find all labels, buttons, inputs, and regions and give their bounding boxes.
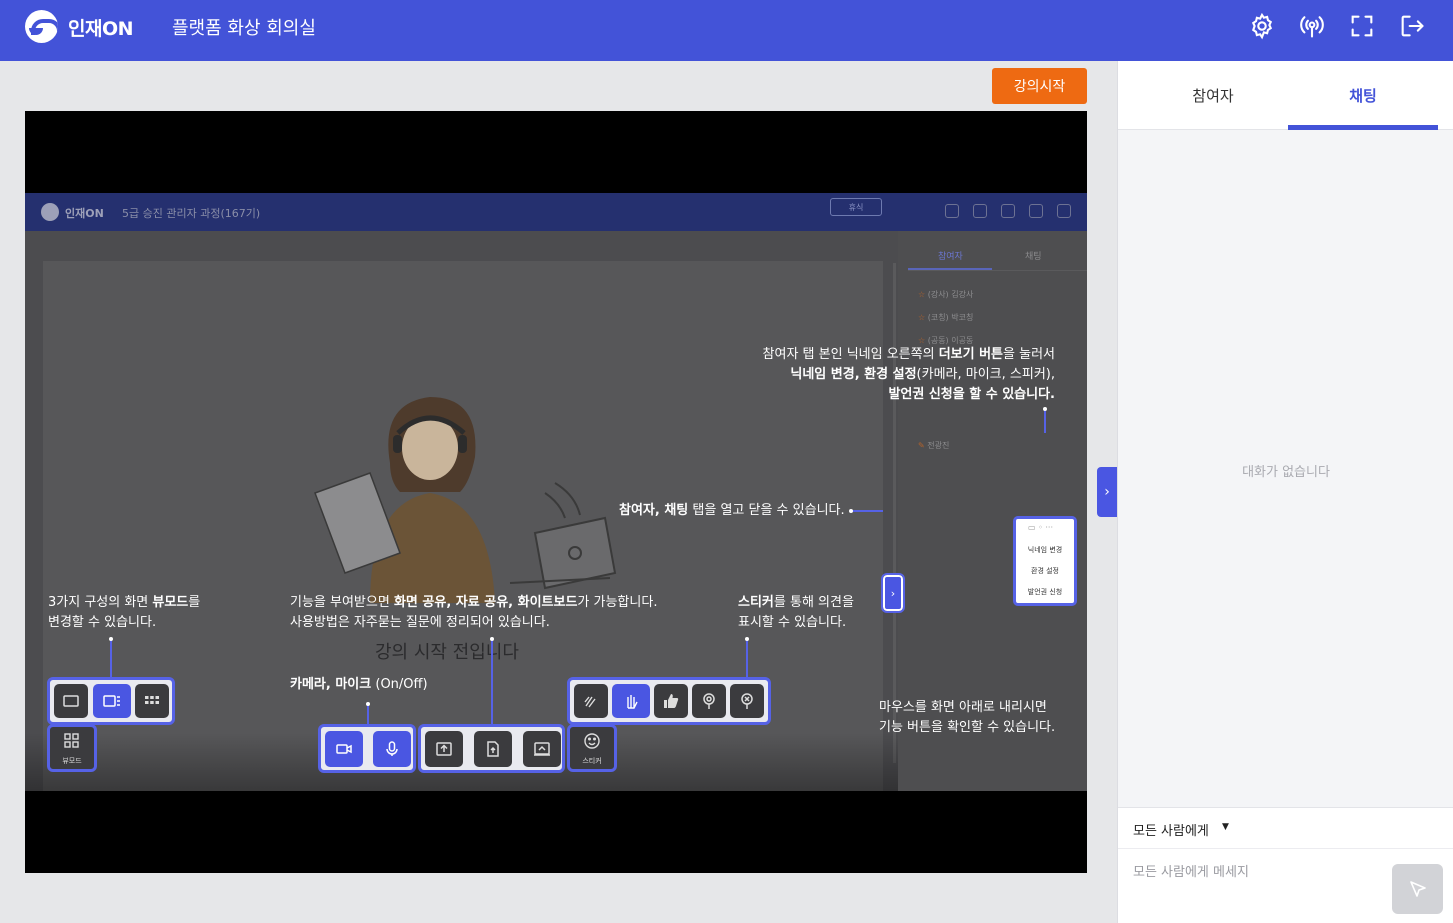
inner-logo-text: 인재ON — [65, 207, 104, 220]
inner-course-title: 5급 승진 관리자 과정(167기) — [122, 207, 261, 220]
inner-tab-chat: 채팅 — [1025, 252, 1042, 262]
fullscreen-icon[interactable] — [1348, 12, 1376, 40]
grid-view-icon — [135, 684, 169, 718]
file-share-icon — [474, 731, 512, 767]
more-menu-popup: ▭ ◦ ··· 닉네임 변경 환경 설정 발언권 신청 — [1013, 516, 1077, 606]
menu-item-nickname: 닉네임 변경 — [1027, 546, 1063, 554]
view-mode-panel — [47, 677, 175, 725]
sidebar-tabs: 참여자 채팅 — [1118, 61, 1453, 130]
connector-dot — [109, 637, 113, 641]
thumbs-up-icon — [654, 684, 688, 718]
connector-line — [746, 638, 748, 678]
inner-tabs: 참여자 채팅 — [908, 241, 1087, 271]
menu-camera-mic-icons: ▭ ◦ ··· — [1028, 523, 1053, 532]
chat-composer: 모든 사람에게 ▼ — [1118, 807, 1453, 923]
chevron-right-icon: › — [881, 573, 905, 613]
empty-chat-message: 대화가 없습니다 — [1242, 465, 1330, 480]
inner-divider — [893, 263, 896, 763]
connector-dot — [1043, 407, 1047, 411]
sidebar-toggle-button[interactable]: › — [1097, 467, 1117, 517]
mic-icon — [373, 731, 411, 767]
note-camera-mic: 카메라, 마이크 (On/Off) — [290, 677, 428, 692]
lecture-status-text: 강의 시작 전입니다 — [375, 642, 519, 663]
inner-participant-row: ☆ (강사) 김강사 — [918, 290, 974, 299]
broadcast-icon — [1001, 204, 1015, 218]
connector-dot — [366, 702, 370, 706]
share-panel — [418, 724, 565, 773]
viewmode-label: 뷰모드 — [62, 757, 82, 765]
note-mouse-hint: 마우스를 화면 아래로 내리시면 기능 버튼을 확인할 수 있습니다. — [879, 700, 1056, 735]
camera-icon — [325, 731, 363, 767]
note-more-button: 참여자 탭 본인 닉네임 오른쪽의 더보기 버튼을 눌러서 닉네임 변경, 환경… — [762, 347, 1055, 402]
start-lecture-button[interactable]: 강의시작 — [992, 68, 1087, 104]
inner-tab-participants: 참여자 — [938, 252, 963, 262]
screen-share-icon — [425, 731, 463, 767]
agree-icon — [692, 684, 726, 718]
whiteboard-icon — [523, 731, 561, 767]
raise-hand-icon — [612, 684, 650, 718]
av-panel — [318, 724, 416, 773]
sticker-panel — [567, 677, 771, 725]
connector-line — [1044, 408, 1046, 433]
video-stage: 인재ON 5급 승진 관리자 과정(167기) 휴식 강의 시작 전입니다 참여… — [25, 111, 1087, 873]
connector-dot — [745, 637, 749, 641]
top-bar: 인재ON 플랫폼 화상 회의실 — [0, 0, 1453, 61]
chevron-down-icon[interactable]: ▼ — [1222, 822, 1229, 832]
lecturer-illustration — [314, 397, 617, 603]
message-input[interactable] — [1133, 860, 1383, 884]
menu-item-settings: 환경 설정 — [1031, 567, 1059, 575]
inner-top-bar: 인재ON 5급 승진 관리자 과정(167기) — [25, 193, 1087, 231]
clap-icon — [574, 684, 608, 718]
inner-logo-icon — [41, 203, 59, 221]
menu-item-request-speak: 발언권 신청 — [1027, 588, 1063, 596]
note-sharing: 기능을 부여받으면 화면 공유, 자료 공유, 화이트보드가 가능합니다. 사용… — [290, 595, 658, 630]
send-icon — [1409, 881, 1426, 897]
connector-dot — [849, 509, 853, 513]
chat-icon — [945, 204, 959, 218]
gear-icon — [973, 204, 987, 218]
inner-rest-button: 휴식 — [830, 198, 882, 216]
viewmode-button: 뷰모드 — [47, 724, 97, 772]
inner-toolbar-icons — [945, 204, 1071, 218]
side-view-icon — [93, 684, 131, 718]
note-view-mode: 3가지 구성의 화면 뷰모드를 변경할 수 있습니다. — [48, 595, 201, 630]
connector-line — [110, 638, 112, 678]
tab-chat[interactable]: 채팅 — [1288, 61, 1438, 130]
gear-icon[interactable] — [1248, 12, 1276, 40]
disagree-icon — [730, 684, 764, 718]
divider — [1118, 848, 1453, 849]
inner-participant-row: ☆ (코칭) 박코칭 — [918, 313, 974, 322]
right-sidebar: 참여자 채팅 대화가 없습니다 모든 사람에게 ▼ — [1117, 61, 1453, 923]
logout-icon — [1057, 204, 1071, 218]
connector-line — [851, 510, 883, 512]
connector-line — [367, 703, 369, 725]
grid-icon — [64, 733, 79, 748]
logo-icon — [25, 10, 58, 43]
sticker-button: 스티커 — [567, 724, 617, 772]
send-button[interactable] — [1392, 864, 1443, 914]
inner-participant-row: ✎ 전광진 — [918, 441, 950, 450]
page-title: 플랫폼 화상 회의실 — [172, 18, 316, 39]
recipient-select[interactable]: 모든 사람에게 — [1133, 820, 1209, 839]
chevron-right-icon: › — [1104, 484, 1110, 500]
single-view-icon — [54, 684, 88, 718]
connector-dot — [490, 637, 494, 641]
logout-icon[interactable] — [1398, 12, 1426, 40]
tab-participants[interactable]: 참여자 — [1138, 61, 1288, 130]
note-toggle-panel: 참여자, 채팅 탭을 열고 닫을 수 있습니다. — [619, 503, 845, 518]
sticker-label: 스티커 — [582, 757, 602, 765]
note-sticker: 스티커를 통해 의견을 표시할 수 있습니다. — [738, 595, 854, 630]
fullscreen-icon — [1029, 204, 1043, 218]
shared-screen: 인재ON 5급 승진 관리자 과정(167기) 휴식 강의 시작 전입니다 참여… — [25, 193, 1087, 791]
broadcast-icon[interactable] — [1298, 12, 1326, 40]
connector-line — [491, 638, 493, 725]
smile-icon — [584, 733, 600, 749]
active-tab-indicator — [1288, 125, 1438, 130]
inner-tab-underline — [908, 268, 992, 270]
logo-text: 인재ON — [68, 18, 134, 40]
